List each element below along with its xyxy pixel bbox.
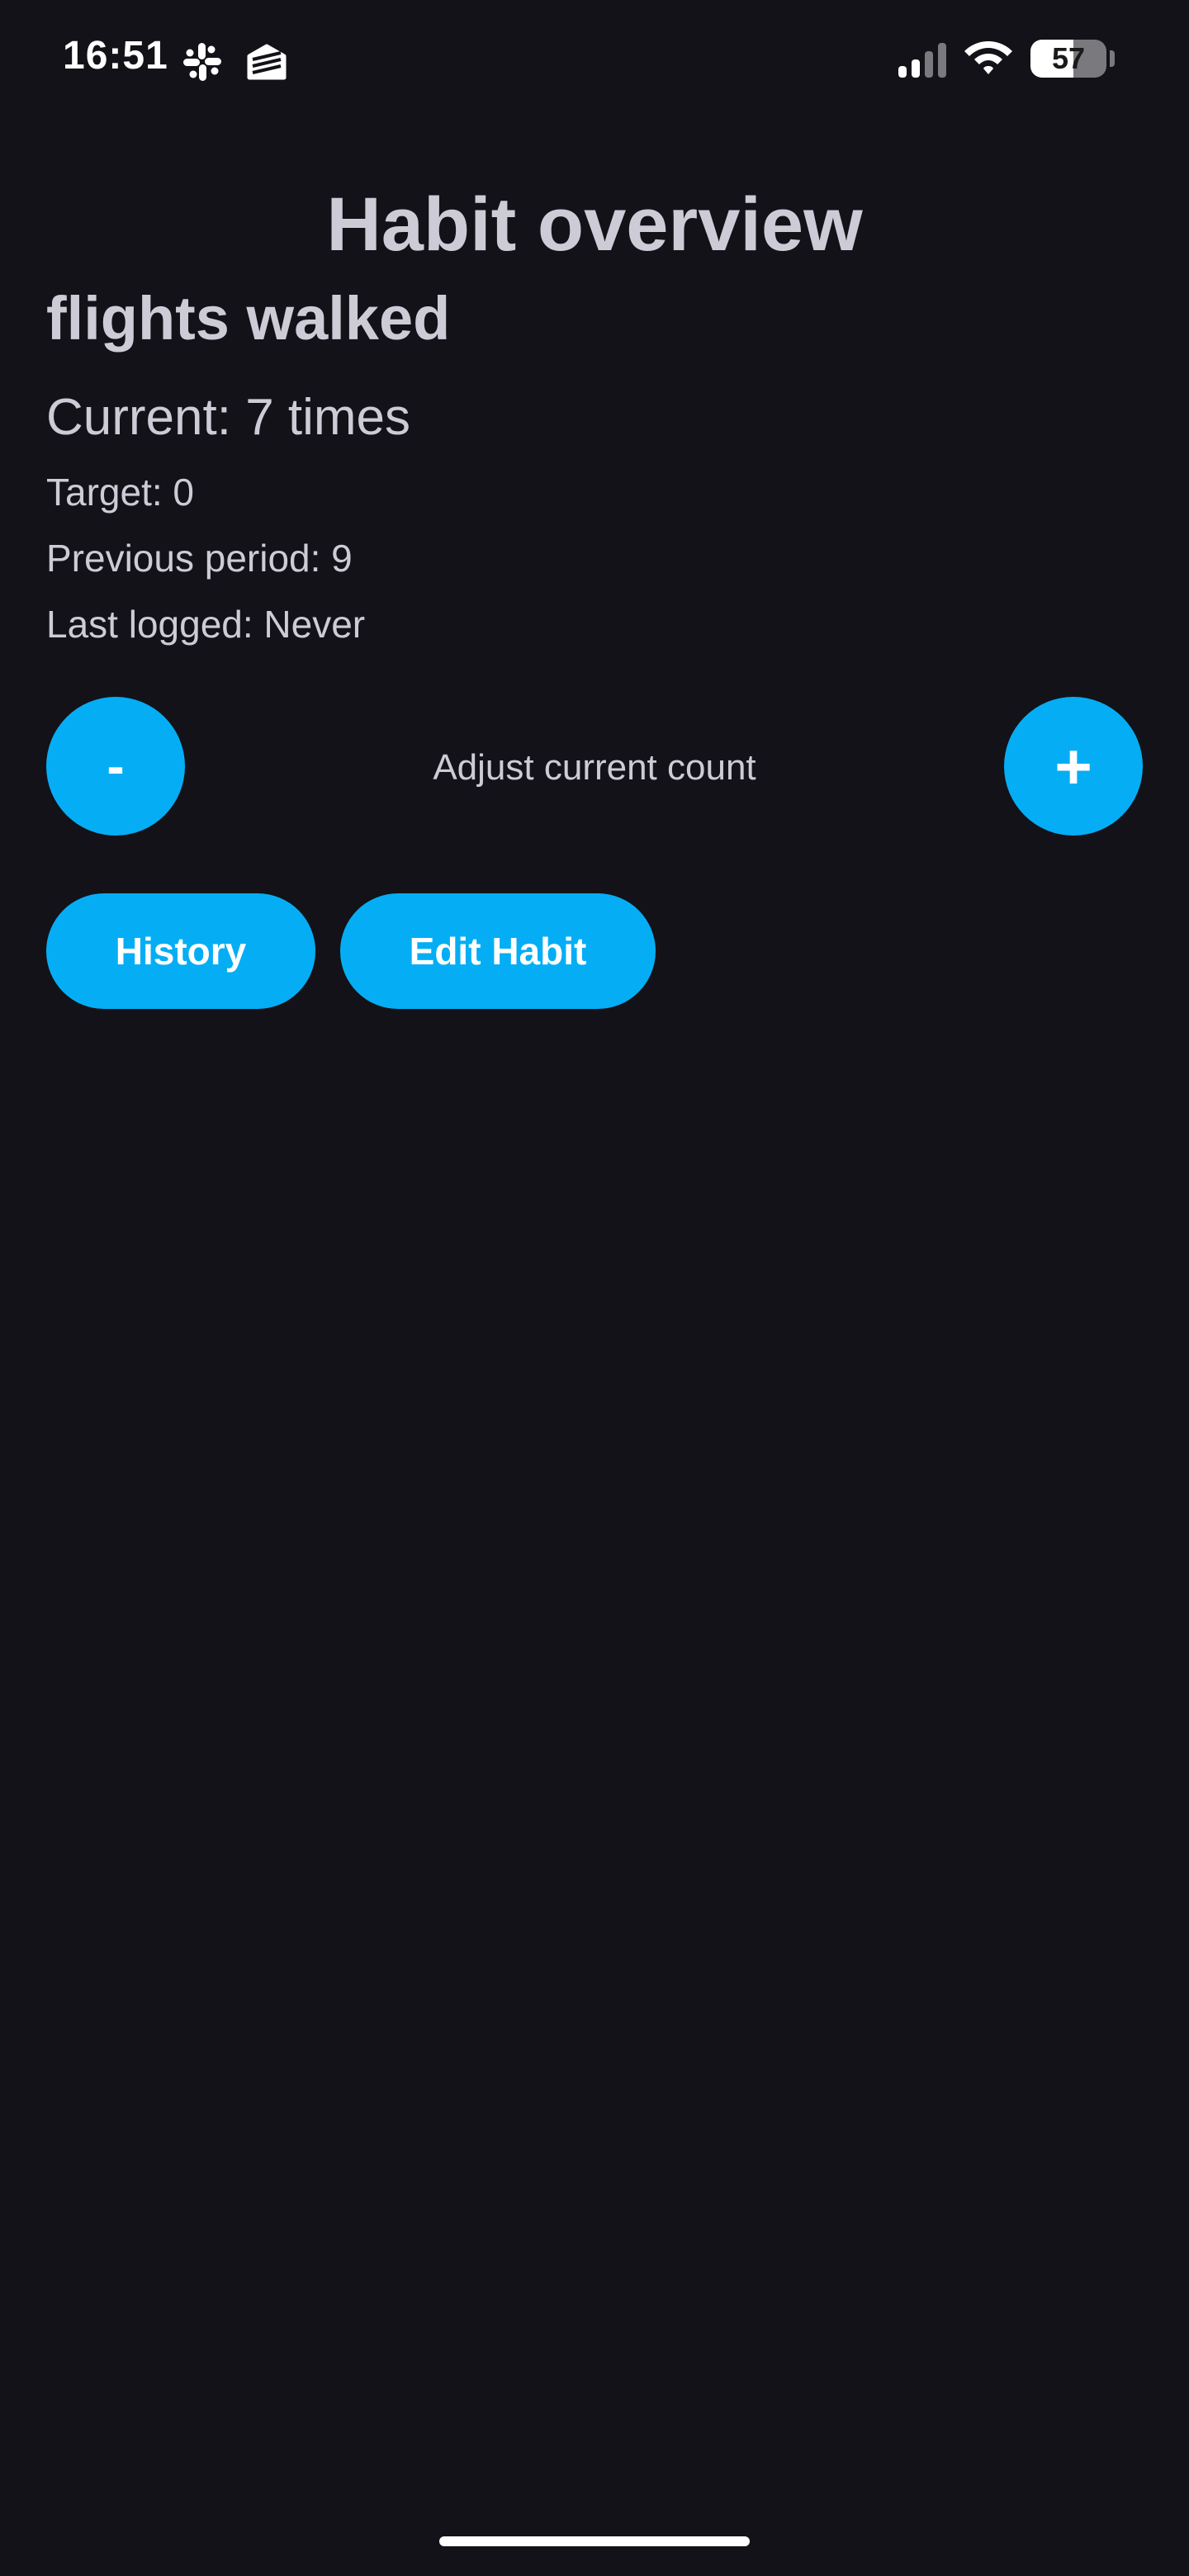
wifi-icon bbox=[964, 41, 1012, 74]
history-button[interactable]: History bbox=[46, 893, 315, 1009]
edit-habit-button[interactable]: Edit Habit bbox=[340, 893, 656, 1009]
increment-button[interactable]: + bbox=[1004, 697, 1143, 836]
slack-icon bbox=[183, 43, 221, 81]
status-time: 16:51 bbox=[63, 34, 168, 78]
adjust-count-label: Adjust current count bbox=[433, 747, 756, 788]
habit-name: flights walked bbox=[46, 284, 451, 353]
battery-level: 57 bbox=[1051, 41, 1086, 75]
current-count: Current: 7 times bbox=[46, 389, 411, 446]
status-bar: 16:51 57 bbox=[0, 0, 1189, 124]
target-value: Target: 0 bbox=[46, 471, 194, 514]
decrement-button[interactable]: - bbox=[46, 697, 185, 836]
page-title: Habit overview bbox=[326, 182, 863, 267]
battery-tip bbox=[1110, 50, 1115, 67]
mail-icon bbox=[247, 44, 287, 80]
previous-period-value: Previous period: 9 bbox=[46, 537, 353, 580]
signal-icon bbox=[898, 43, 946, 78]
last-logged-value: Last logged: Never bbox=[46, 603, 366, 646]
battery-icon: 57 bbox=[1030, 40, 1106, 78]
home-indicator[interactable] bbox=[439, 2536, 750, 2546]
